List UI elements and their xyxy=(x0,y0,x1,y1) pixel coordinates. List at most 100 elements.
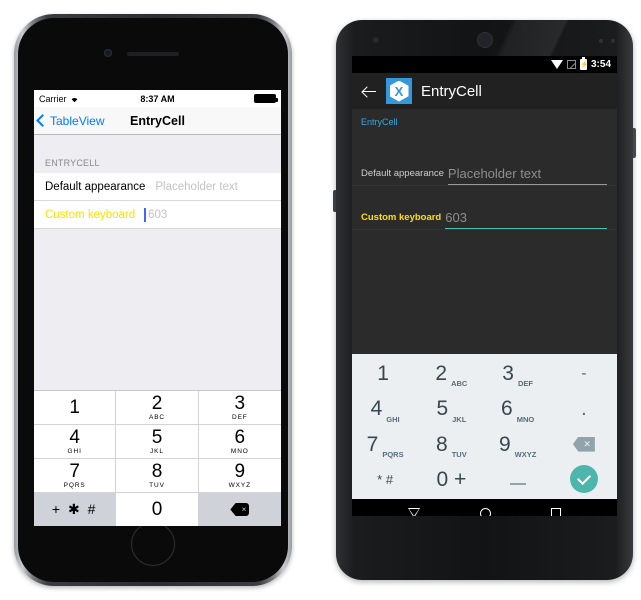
no-signal-icon xyxy=(566,60,576,69)
entry-row-default-appearance[interactable]: Default appearance Placeholder text xyxy=(352,142,617,186)
key-digit: 1 xyxy=(377,362,389,386)
nav-back-triangle-icon[interactable] xyxy=(407,507,421,516)
entry-cell-placeholder[interactable]: Placeholder text xyxy=(155,181,237,193)
key-star-hash[interactable]: * # xyxy=(352,462,418,497)
entry-row-label: Custom keyboard xyxy=(361,212,442,223)
key-digit: 0 xyxy=(151,499,163,520)
android-empty-area xyxy=(352,230,617,326)
key-1[interactable]: 1 xyxy=(352,356,418,391)
key-digit: 3 xyxy=(234,393,246,414)
key-letters: TUV xyxy=(149,482,165,489)
key-6[interactable]: 6 MNO xyxy=(198,425,281,459)
key-ok[interactable] xyxy=(551,462,617,497)
key-digit: 7 xyxy=(69,461,80,482)
xamarin-logo-icon: X xyxy=(386,78,412,104)
key-2[interactable]: 2 ABC xyxy=(116,391,199,425)
android-section-header: EntryCell xyxy=(361,117,398,127)
key-period[interactable]: . xyxy=(551,391,617,426)
page-title: EntryCell xyxy=(130,113,185,128)
key-6[interactable]: 6 MNO xyxy=(485,391,551,426)
home-button[interactable] xyxy=(131,522,175,566)
ok-icon xyxy=(569,465,598,494)
key-0-plus[interactable]: 0 + xyxy=(418,462,484,497)
power-button[interactable] xyxy=(633,128,636,158)
key-letters: WXYZ xyxy=(514,449,537,459)
entry-row-input[interactable]: 603 xyxy=(445,210,607,229)
entry-row-custom-keyboard[interactable]: Custom keyboard 603 xyxy=(352,186,617,230)
nav-recents-square-icon[interactable] xyxy=(551,508,562,516)
key-letters: DEF xyxy=(517,379,533,389)
android-navigation-bar xyxy=(352,499,617,516)
key-digit: 5 xyxy=(151,427,163,448)
entry-row-input[interactable]: Placeholder text xyxy=(447,166,607,185)
entry-cell-label: Default appearance xyxy=(45,180,146,193)
ios-status-bar: Carrier 8:37 AM xyxy=(34,90,281,107)
key-9[interactable]: 9 WXYZ xyxy=(485,427,551,462)
volume-button[interactable] xyxy=(333,190,336,212)
earpiece-speaker xyxy=(476,32,493,48)
key-letters: ABC xyxy=(451,379,468,389)
key-3[interactable]: 3 DEF xyxy=(198,391,281,425)
key-digit: 1 xyxy=(69,396,80,418)
key-digit: 9 xyxy=(498,432,511,456)
entry-cell-default-appearance[interactable]: Default appearance Placeholder text xyxy=(34,173,281,201)
key-digit: 0 + xyxy=(436,467,467,491)
front-camera-icon xyxy=(104,49,112,57)
key-digit: + ✱ # xyxy=(51,501,98,517)
key-digit: 8 xyxy=(436,432,448,456)
key-digit: 8 xyxy=(151,461,163,482)
entry-cell-custom-keyboard[interactable]: Custom keyboard 603 xyxy=(34,201,281,229)
key-4[interactable]: 4 GHI xyxy=(352,391,418,426)
key-digit: 2 xyxy=(435,362,448,386)
arrow-left-icon[interactable] xyxy=(362,84,377,99)
nav-home-circle-icon[interactable] xyxy=(480,507,492,516)
key-1[interactable]: 1 xyxy=(34,391,117,425)
android-table-view: EntryCell Default appearance Placeholder… xyxy=(352,109,617,354)
key-letters: PQRS xyxy=(63,482,86,489)
android-clock: 3:54 xyxy=(590,59,611,70)
key-4[interactable]: 4 GHI xyxy=(34,425,117,459)
ios-status-right xyxy=(254,94,278,103)
iphone-device-frame: Carrier 8:37 AM TableView EntryCell ENTR… xyxy=(14,14,292,586)
key-8[interactable]: 8 TUV xyxy=(116,459,199,493)
key-9[interactable]: 9 WXYZ xyxy=(198,459,281,493)
key-underscore[interactable] xyxy=(485,462,551,497)
key-5[interactable]: 5 JKL xyxy=(116,425,199,459)
entry-cell-value[interactable]: 603 xyxy=(144,207,167,222)
check-icon xyxy=(576,470,591,485)
key-7[interactable]: 7 PQRS xyxy=(352,427,418,462)
key-digit: 6 xyxy=(234,427,246,448)
key-digit: 4 xyxy=(370,397,383,421)
key-dash[interactable]: - xyxy=(551,356,617,391)
key-letters: GHI xyxy=(67,448,82,455)
key-symbols[interactable]: + ✱ # xyxy=(34,493,117,526)
key-7[interactable]: 7 PQRS xyxy=(34,459,117,493)
key-digit: - xyxy=(581,364,587,382)
key-3[interactable]: 3 DEF xyxy=(485,356,551,391)
ios-numeric-keypad[interactable]: 1 2 ABC 3 DEF 4 GHI 5 JKL 6 MNO 7 PQRS 8… xyxy=(34,390,281,526)
key-letters: WXYZ xyxy=(228,482,252,489)
ios-screen: Carrier 8:37 AM TableView EntryCell ENTR… xyxy=(34,90,281,526)
delete-icon: ✕ xyxy=(572,436,595,452)
battery-full-icon xyxy=(254,94,278,103)
key-letters: MNO xyxy=(516,414,535,424)
xamarin-hexagon: X xyxy=(389,80,409,102)
key-digit: 5 xyxy=(436,397,449,421)
key-digit: 7 xyxy=(366,432,379,456)
wifi-icon xyxy=(550,60,563,69)
key-0[interactable]: 0 xyxy=(116,493,199,526)
entry-cell-label: Custom keyboard xyxy=(45,208,136,221)
key-5[interactable]: 5 JKL xyxy=(418,391,484,426)
key-digit: 9 xyxy=(234,461,246,482)
key-digit: 4 xyxy=(69,427,80,448)
key-delete[interactable] xyxy=(198,493,281,526)
underscore-icon xyxy=(509,483,526,486)
android-device-frame: 3:54 X EntryCell EntryCell Default appea… xyxy=(333,20,636,580)
ios-table-view: ENTRYCELL Default appearance Placeholder… xyxy=(34,135,281,526)
android-numeric-keypad[interactable]: 1 2 ABC 3 DEF - 4 GHI 5 JKL 6 MNO . 7 PQ… xyxy=(352,354,617,499)
key-2[interactable]: 2 ABC xyxy=(418,356,484,391)
earpiece-speaker xyxy=(127,52,179,56)
key-delete[interactable]: ✕ xyxy=(551,427,617,462)
key-letters: ABC xyxy=(148,414,166,421)
key-8[interactable]: 8 TUV xyxy=(418,427,484,462)
